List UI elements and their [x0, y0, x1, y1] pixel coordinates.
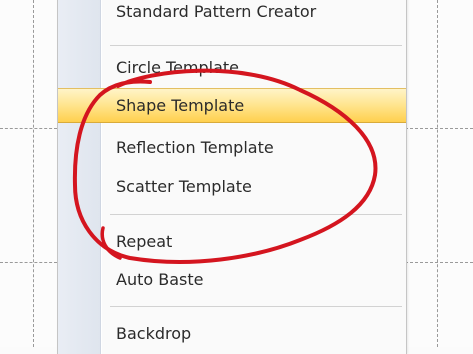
- canvas-guide-vertical: [33, 0, 34, 347]
- menu-item-backdrop[interactable]: Backdrop: [58, 316, 406, 351]
- canvas-guide-vertical: [437, 0, 438, 347]
- menu-item-label: Circle Template: [116, 58, 240, 77]
- canvas-guide-horizontal: [405, 262, 473, 263]
- menu-item-label: Backdrop: [116, 324, 192, 343]
- canvas-guide-horizontal: [0, 128, 57, 129]
- menu-separator: [110, 306, 402, 307]
- menu-item-shape-template[interactable]: Shape Template: [58, 88, 406, 123]
- menu-item-label: Reflection Template: [116, 138, 274, 157]
- menu-item-label: Shape Template: [116, 96, 245, 115]
- menu-item-auto-baste[interactable]: Auto Baste: [58, 262, 406, 297]
- menu-item-standard-pattern-creator[interactable]: Standard Pattern Creator: [58, 0, 406, 29]
- canvas-guide-horizontal: [0, 262, 57, 263]
- menu-item-reflection-template[interactable]: Reflection Template: [58, 130, 406, 165]
- menu-item-label: Repeat: [116, 232, 173, 251]
- menu-item-label: Standard Pattern Creator: [116, 2, 317, 21]
- menu-separator: [110, 214, 402, 215]
- menu-item-label: Scatter Template: [116, 177, 252, 196]
- canvas-guide-horizontal: [405, 128, 473, 129]
- context-menu: Standard Pattern Creator Circle Template…: [57, 0, 407, 354]
- menu-item-label: Auto Baste: [116, 270, 204, 289]
- menu-separator: [110, 45, 402, 46]
- menu-item-circle-template[interactable]: Circle Template: [58, 50, 406, 85]
- menu-item-repeat[interactable]: Repeat: [58, 224, 406, 259]
- menu-item-scatter-template[interactable]: Scatter Template: [58, 169, 406, 204]
